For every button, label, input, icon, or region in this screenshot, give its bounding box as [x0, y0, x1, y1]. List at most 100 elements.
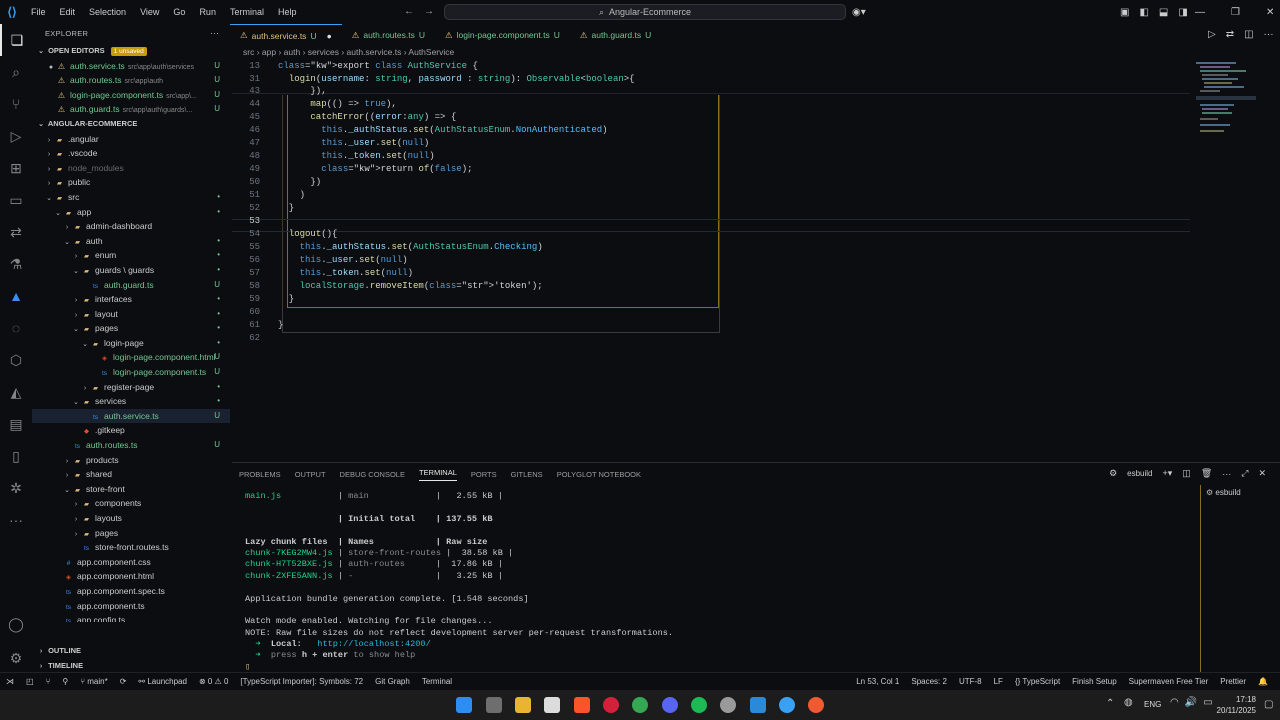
editor-tab[interactable]: ⚠ auth.routes.ts U	[342, 24, 435, 46]
code-line[interactable]: catchError((error:any) => {	[278, 112, 456, 122]
file-item[interactable]: ts app.component.ts	[32, 599, 230, 614]
source-control-status-icon[interactable]: ⑂	[46, 677, 51, 686]
launchpad-item[interactable]: ⚯ Launchpad	[138, 677, 187, 686]
testing-icon[interactable]: ⚗	[0, 248, 32, 280]
kubernetes-icon[interactable]: ✲	[0, 472, 32, 504]
copilot-icon[interactable]: ◉▾	[852, 0, 866, 24]
panel-tab-debug-console[interactable]: DEBUG CONSOLE	[340, 470, 405, 479]
postman-icon[interactable]	[808, 697, 824, 713]
file-item[interactable]: ts store-front.routes.ts	[32, 540, 230, 555]
discord-icon[interactable]	[662, 697, 678, 713]
tray-chevron-icon[interactable]: ⌃	[1106, 698, 1114, 709]
file-item[interactable]: ts login-page.component.ts U	[32, 365, 230, 380]
breadcrumb-item[interactable]: AuthService	[408, 47, 454, 57]
code-line[interactable]: this._user.set(null)	[278, 255, 408, 265]
breadcrumb-item[interactable]: auth.service.ts	[347, 47, 402, 57]
more-icon[interactable]: ···	[0, 504, 32, 536]
folder-item[interactable]: › ▰ .angular	[32, 132, 230, 147]
docker-icon[interactable]: ⬡	[0, 344, 32, 376]
code-line[interactable]: })	[278, 177, 321, 187]
explorer-icon[interactable]: ❏	[0, 24, 32, 56]
file-item[interactable]: # app.component.css	[32, 555, 230, 570]
menu-run[interactable]: Run	[199, 7, 216, 17]
close-panel-icon[interactable]: ✕	[1258, 468, 1266, 479]
remote-explorer-icon[interactable]: ▭	[0, 184, 32, 216]
layout-customize-icon[interactable]: ▣	[1120, 7, 1129, 18]
code-line[interactable]: }	[278, 203, 294, 213]
folder-item[interactable]: ⌄ ▰ store-front	[32, 482, 230, 497]
line-ending[interactable]: LF	[994, 677, 1003, 686]
code-editor[interactable]: 13 class="kw">export class AuthService {3…	[232, 61, 1190, 351]
file-item[interactable]: ts app.component.spec.ts	[32, 584, 230, 599]
editor-tab[interactable]: ⚠ login-page.component.ts U	[435, 24, 570, 46]
split-terminal-icon[interactable]: ◫	[1182, 468, 1191, 479]
folder-item[interactable]: ⌄ ▰ pages •	[32, 321, 230, 336]
menu-terminal[interactable]: Terminal	[230, 7, 264, 17]
toggle-panel-icon[interactable]: ⬓	[1159, 7, 1168, 18]
code-line[interactable]: }),	[278, 86, 326, 96]
prettier-status[interactable]: Prettier	[1220, 677, 1246, 686]
panel-tab-output[interactable]: OUTPUT	[295, 470, 326, 479]
maximize-panel-icon[interactable]: ⤢	[1241, 468, 1248, 479]
folder-item[interactable]: › ▰ components	[32, 496, 230, 511]
panel-tab-polyglot-notebook[interactable]: POLYGLOT NOTEBOOK	[557, 470, 641, 479]
code-line[interactable]: this._token.set(null)	[278, 268, 413, 278]
outline-header[interactable]: › OUTLINE	[32, 644, 230, 659]
copilot-status-icon[interactable]: ◰	[26, 677, 34, 686]
code-line[interactable]: )	[278, 190, 305, 200]
code-line[interactable]: class="kw">return of(false);	[278, 164, 472, 174]
folder-item[interactable]: › ▰ products	[32, 453, 230, 468]
open-editors-header[interactable]: ⌄ OPEN EDITORS 1 unsaved	[32, 44, 230, 59]
notification-center-icon[interactable]: ▢	[1264, 699, 1273, 710]
code-line[interactable]: this._user.set(null)	[278, 138, 429, 148]
code-line[interactable]: this._authStatus.set(AuthStatusEnum.Chec…	[278, 242, 543, 252]
folder-item[interactable]: ⌄ ▰ services •	[32, 394, 230, 409]
code-line[interactable]: }	[278, 294, 294, 304]
compare-icon[interactable]: ⇄	[1226, 29, 1234, 40]
language-mode[interactable]: {} TypeScript	[1015, 677, 1060, 686]
breadcrumb-item[interactable]: app	[262, 47, 276, 57]
remote-icon[interactable]: ⋊	[6, 677, 14, 686]
source-control-icon[interactable]: ⑂	[0, 88, 32, 120]
breadcrumb-item[interactable]: services	[308, 47, 339, 57]
task-view-icon[interactable]	[486, 697, 502, 713]
folder-item[interactable]: › ▰ public	[32, 175, 230, 190]
folder-item[interactable]: › ▰ layout •	[32, 307, 230, 322]
unsaved-dot-icon[interactable]: ●	[327, 31, 332, 41]
terminal-status-item[interactable]: Terminal	[422, 677, 452, 686]
copilot-chat-icon[interactable]: ◌	[0, 312, 32, 344]
problems-count[interactable]: ⊗ 0 ⚠ 0	[199, 677, 228, 686]
folder-item[interactable]: › ▰ layouts	[32, 511, 230, 526]
new-terminal-icon[interactable]: +▾	[1163, 468, 1173, 479]
github-icon[interactable]	[720, 697, 736, 713]
panel-tab-gitlens[interactable]: GITLENS	[511, 470, 543, 479]
encoding[interactable]: UTF-8	[959, 677, 982, 686]
notifications-icon[interactable]: 🔔	[1258, 677, 1268, 686]
file-item[interactable]: tsapp.config.ts	[32, 613, 230, 621]
editor-more-icon[interactable]: ···	[1264, 29, 1274, 40]
supermaven-status[interactable]: Supermaven Free Tier	[1129, 677, 1209, 686]
docker-taskbar-icon[interactable]	[779, 697, 795, 713]
code-line[interactable]: class="kw">export class AuthService {	[278, 61, 478, 71]
open-editor-item[interactable]: ⚠ auth.routes.ts src\app\auth U	[32, 73, 230, 88]
breadcrumb-item[interactable]: auth	[284, 47, 301, 57]
folder-item[interactable]: ⌄ ▰ login-page •	[32, 336, 230, 351]
terminal-view-icon[interactable]: ▤	[0, 408, 32, 440]
breadcrumb-item[interactable]: src	[243, 47, 254, 57]
file-item[interactable]: ◈ login-page.component.html U	[32, 350, 230, 365]
folder-item[interactable]: ⌄ ▰ guards \ guards •	[32, 263, 230, 278]
extensions-icon[interactable]: ⊞	[0, 152, 32, 184]
open-editor-item[interactable]: ⚠ login-page.component.ts src\app\... U	[32, 88, 230, 103]
back-icon[interactable]: ←	[404, 6, 414, 17]
manage-gear-icon[interactable]: ⚙	[0, 642, 32, 674]
minimize-icon[interactable]: —	[1195, 7, 1205, 18]
branch-icon[interactable]: ⑂ main*	[80, 677, 107, 686]
spotify-icon[interactable]	[691, 697, 707, 713]
kill-terminal-icon[interactable]: 🗑	[1201, 468, 1212, 479]
editor-tab[interactable]: ⚠ auth.service.ts U ●	[230, 24, 342, 46]
toggle-secondary-sidebar-icon[interactable]: ◨	[1178, 7, 1187, 18]
database-icon[interactable]: ▯	[0, 440, 32, 472]
ts-importer-status[interactable]: [TypeScript Importer]: Symbols: 72	[240, 677, 363, 686]
folder-item[interactable]: ⌄ ▰ auth •	[32, 234, 230, 249]
clock[interactable]: 17:18 20/11/2025	[1206, 694, 1256, 716]
